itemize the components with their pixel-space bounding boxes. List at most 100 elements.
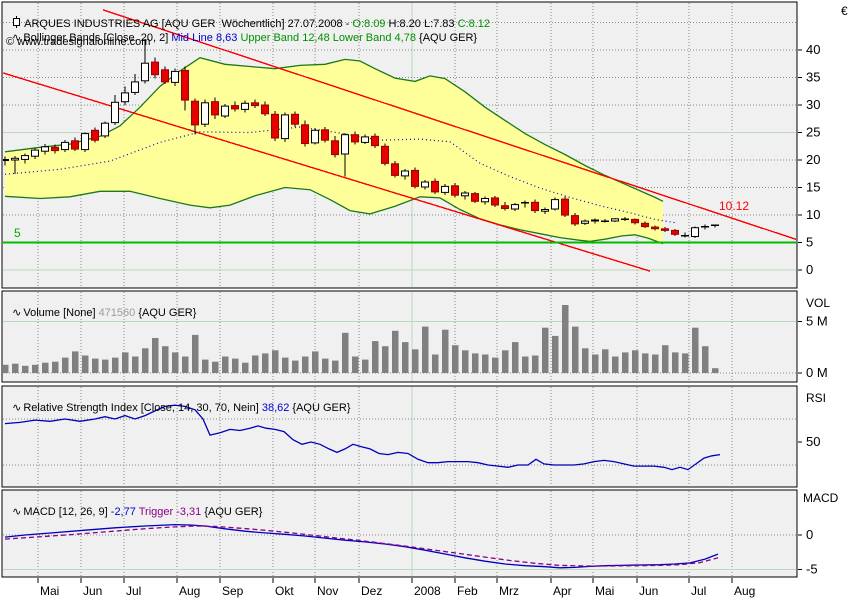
volume-bar	[182, 356, 189, 373]
candle	[191, 100, 199, 126]
candle	[451, 185, 459, 196]
volume-bar	[82, 355, 89, 373]
volume-label: Volume [None]	[23, 307, 99, 319]
volume-bar	[52, 361, 59, 373]
volume-bar	[532, 355, 539, 373]
svg-text:25: 25	[806, 125, 820, 140]
candle	[481, 198, 489, 203]
candle	[411, 169, 419, 187]
volume-bar	[122, 352, 129, 373]
candle	[511, 204, 519, 210]
candle	[251, 102, 259, 107]
volume-bar	[382, 346, 389, 373]
candle	[541, 209, 549, 212]
candle	[301, 124, 309, 145]
rsi-value: 38,62	[261, 402, 290, 414]
volume-bar	[472, 353, 479, 373]
svg-text:Okt: Okt	[275, 584, 294, 598]
volume-bar	[542, 327, 549, 373]
svg-text:0: 0	[806, 262, 813, 277]
candle	[651, 226, 659, 230]
svg-text:Jul: Jul	[126, 584, 141, 598]
volume-header: ∿ Volume [None] 471560 {AQU GER}	[6, 294, 196, 319]
indicator-wave-icon: ∿	[12, 401, 22, 414]
volume-bar	[492, 357, 499, 373]
volume-bar	[202, 359, 209, 373]
volume-bar	[702, 346, 709, 373]
svg-text:Mrz: Mrz	[499, 584, 519, 598]
candle	[241, 102, 249, 110]
volume-bar	[352, 356, 359, 373]
volume-bar	[292, 360, 299, 373]
volume-bar	[252, 355, 259, 373]
volume-bar	[192, 334, 199, 373]
candle	[371, 135, 379, 147]
candle	[31, 149, 39, 157]
volume-bar	[142, 348, 149, 373]
volume-bar	[12, 363, 19, 373]
volume-bar	[422, 326, 429, 373]
midline-value: Mid Line 8,63	[171, 32, 241, 44]
volume-bar	[392, 330, 399, 373]
candle	[311, 129, 319, 144]
volume-bar	[522, 356, 529, 373]
candle	[131, 81, 139, 93]
svg-text:5: 5	[806, 235, 813, 250]
volume-bar	[642, 353, 649, 373]
volume-bar	[32, 364, 39, 373]
volume-bar	[162, 346, 169, 373]
volume-bar	[62, 357, 69, 373]
volume-bar	[92, 358, 99, 373]
volume-bar	[502, 350, 509, 373]
candle	[271, 113, 279, 139]
volume-bar	[372, 341, 379, 373]
candle	[581, 220, 589, 224]
svg-text:Jun: Jun	[83, 584, 102, 598]
candle	[201, 102, 209, 125]
svg-text:0 M: 0 M	[806, 365, 828, 380]
volume-bar	[272, 350, 279, 373]
candle	[151, 61, 159, 76]
svg-text:2008: 2008	[414, 584, 441, 598]
candle	[421, 181, 429, 188]
candle	[81, 133, 89, 151]
svg-text:5 M: 5 M	[806, 314, 828, 329]
svg-text:Aug: Aug	[179, 584, 200, 598]
rsi-axis-title: RSI	[806, 391, 827, 405]
candle	[161, 69, 169, 83]
volume-bar	[312, 351, 319, 373]
volume-bar	[322, 358, 329, 373]
indicator-wave-icon: ∿	[12, 306, 22, 319]
svg-text:10: 10	[806, 207, 820, 222]
volume-axis-title: VOL	[806, 296, 831, 310]
volume-bar	[342, 332, 349, 373]
macd-symbol: {AQU GER}	[201, 506, 263, 518]
volume-bar	[22, 365, 29, 373]
volume-bar	[442, 329, 449, 373]
volume-bar	[622, 352, 629, 373]
chart-window: { "header": { "instrument": "ARQUES INDU…	[0, 0, 860, 600]
currency-label: €	[841, 4, 848, 18]
volume-bar	[682, 353, 689, 373]
volume-bar	[412, 349, 419, 373]
svg-text:20: 20	[806, 152, 820, 167]
volume-value: 471560	[98, 307, 136, 319]
volume-bar	[562, 305, 569, 373]
candle	[231, 105, 239, 110]
volume-bar	[112, 357, 119, 373]
candle	[401, 170, 409, 177]
candle	[341, 134, 349, 155]
indicator-wave-icon: ∿	[12, 505, 22, 518]
support-line-label: 5	[14, 226, 21, 240]
candle	[631, 218, 639, 224]
volume-bar	[332, 360, 339, 373]
volume-symbol: {AQU GER}	[135, 307, 197, 319]
candle	[211, 101, 219, 116]
volume-bar	[282, 357, 289, 373]
candle	[431, 180, 439, 193]
volume-bar	[172, 352, 179, 373]
candle	[661, 228, 669, 231]
candle	[321, 129, 329, 141]
candle	[51, 146, 59, 152]
candle	[531, 201, 539, 212]
